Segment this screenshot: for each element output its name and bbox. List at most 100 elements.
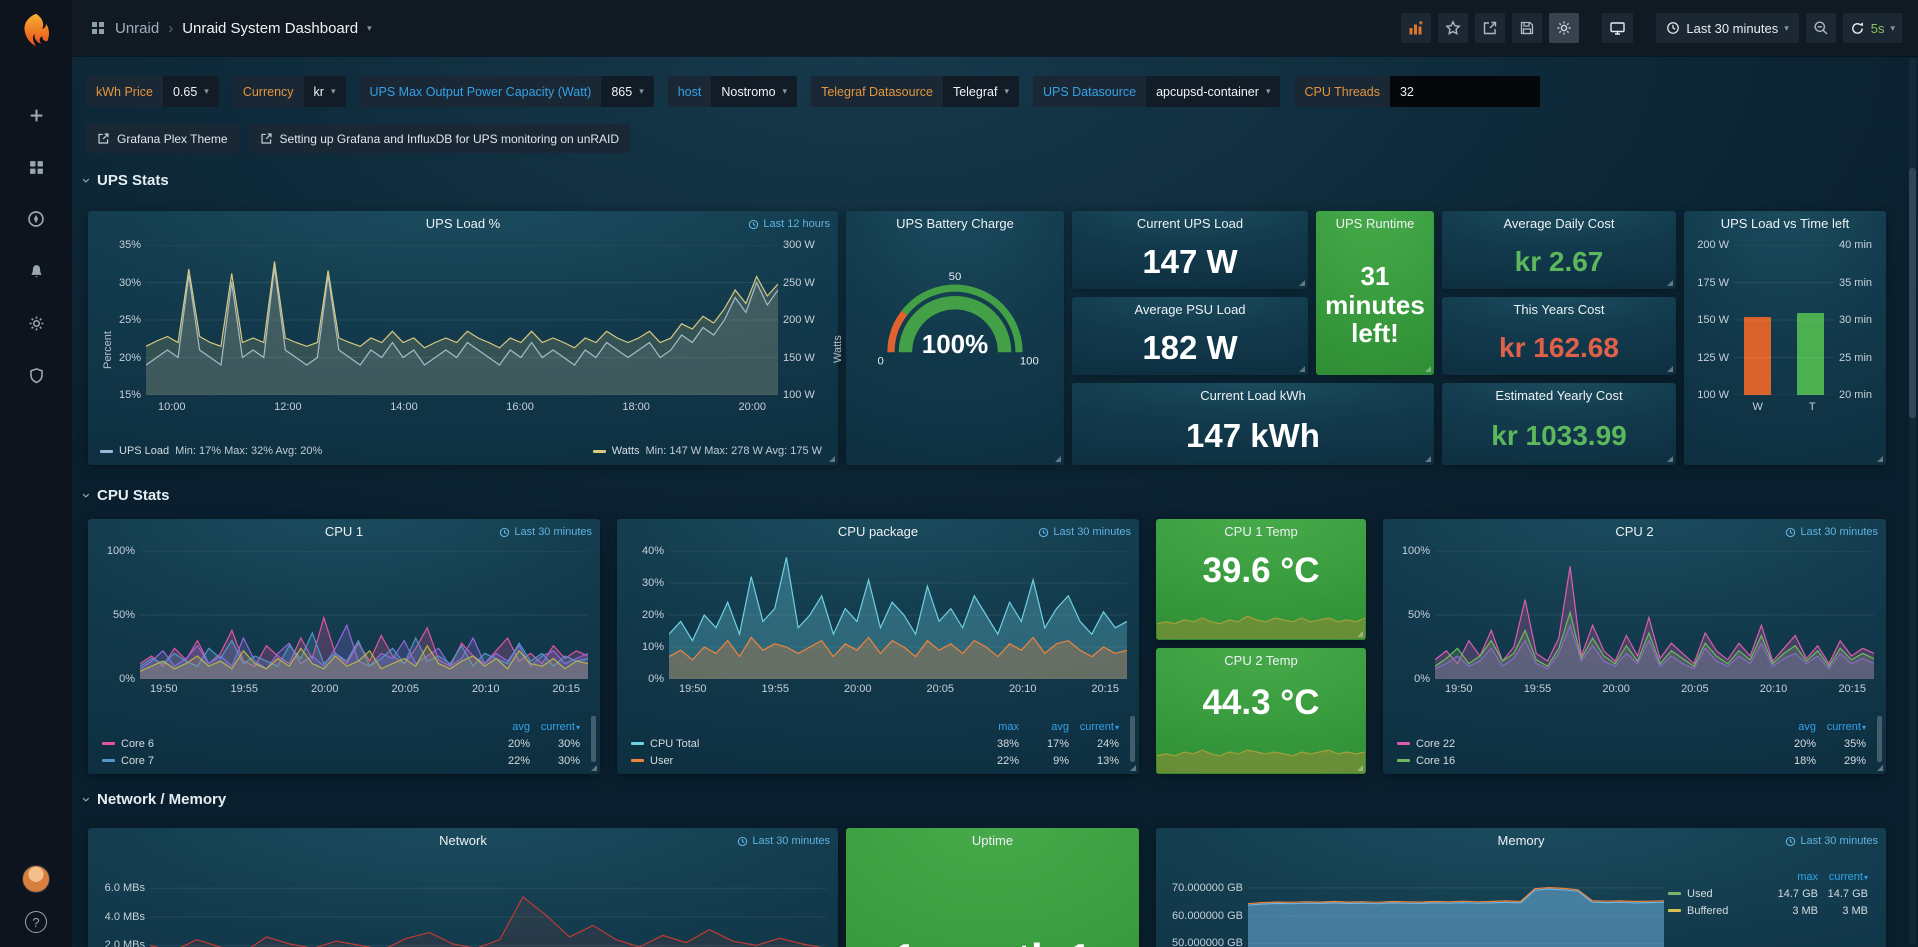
y-axis-right: 40 min35 min30 min25 min20 min [1834, 245, 1878, 395]
legend-series-toggle[interactable]: UPS LoadMin: 17% Max: 32% Avg: 20% [100, 445, 322, 457]
panel-title[interactable]: Network [88, 833, 838, 848]
axis-tick-label: 175 W [1697, 277, 1729, 289]
memory-chart[interactable] [1248, 874, 1664, 947]
dashboard-link-ups-monitoring-guide[interactable]: Setting up Grafana and InfluxDB for UPS … [249, 124, 631, 153]
help-icon[interactable]: ? [25, 911, 47, 933]
time-range-picker[interactable]: Last 30 minutes [1656, 13, 1798, 43]
ups-load-chart[interactable] [146, 245, 778, 395]
template-variable-host[interactable]: host Nostromo [668, 76, 797, 107]
template-variable-ups-datasource[interactable]: UPS Datasource apcupsd-container [1033, 76, 1281, 107]
panel-title[interactable]: Average Daily Cost [1442, 216, 1676, 231]
cycle-view-mode-button[interactable] [1602, 13, 1633, 43]
legend-column-header[interactable]: max [1768, 871, 1818, 883]
user-avatar[interactable] [22, 865, 50, 893]
legend-series-toggle[interactable]: User [631, 755, 969, 767]
row-toggle-network-memory[interactable]: ›Network / Memory [84, 791, 226, 808]
legend-column-header[interactable]: avg [480, 721, 530, 733]
dashboard-link-plex-theme[interactable]: Grafana Plex Theme [86, 124, 239, 153]
page-scrollbar[interactable] [1909, 58, 1916, 945]
legend-column-header[interactable]: current [1818, 871, 1868, 883]
save-dashboard-button[interactable] [1512, 13, 1542, 43]
template-variable-cpu-threads[interactable]: CPU Threads 32 [1294, 76, 1540, 107]
legend-column-header[interactable]: current [1069, 721, 1119, 733]
network-chart[interactable] [150, 874, 826, 947]
axis-tick-label: 50% [113, 609, 135, 621]
panel-title[interactable]: Estimated Yearly Cost [1442, 388, 1676, 403]
variable-label: kWh Price [86, 76, 163, 107]
row-toggle-ups-stats[interactable]: ›UPS Stats [84, 172, 169, 189]
grafana-logo[interactable] [16, 10, 56, 50]
sidebar-item-dashboards[interactable] [14, 154, 58, 180]
variable-value-dropdown[interactable]: Telegraf [943, 76, 1019, 107]
panel-cpu-1-temp: CPU 1 Temp 39.6 °C [1156, 519, 1366, 640]
template-variable-telegraf-datasource[interactable]: Telegraf Datasource Telegraf [811, 76, 1019, 107]
legend-series-toggle[interactable]: WattsMin: 147 W Max: 278 W Avg: 175 W [593, 445, 822, 457]
cpu-threads-input[interactable]: 32 [1390, 76, 1540, 107]
legend-scrollbar[interactable] [591, 716, 596, 762]
panel-title[interactable]: Current UPS Load [1072, 216, 1308, 231]
panel-title[interactable]: UPS Battery Charge [846, 216, 1064, 231]
template-variable-currency[interactable]: Currency kr [233, 76, 346, 107]
breadcrumb-dashboard-title[interactable]: Unraid System Dashboard [182, 20, 358, 37]
star-dashboard-button[interactable] [1438, 13, 1468, 43]
cpu2-chart[interactable] [1435, 551, 1874, 679]
sidebar-item-create[interactable] [14, 102, 58, 128]
scrollbar-thumb[interactable] [1909, 168, 1916, 418]
panel-title[interactable]: This Years Cost [1442, 302, 1676, 317]
panel-title[interactable]: Average PSU Load [1072, 302, 1308, 317]
legend-column-header[interactable]: avg [1019, 721, 1069, 733]
cpu-package-chart[interactable] [669, 551, 1127, 679]
axis-tick-label: 20:00 [844, 683, 872, 695]
variable-value-dropdown[interactable]: apcupsd-container [1146, 76, 1280, 107]
panel-title[interactable]: CPU 1 Temp [1156, 524, 1366, 539]
panel-title[interactable]: UPS Load % [88, 216, 838, 231]
panel-title[interactable]: UPS Runtime [1316, 216, 1434, 231]
legend-series-toggle[interactable]: Core 7 [102, 755, 480, 767]
axis-tick-label: 30 min [1839, 314, 1872, 326]
refresh-button[interactable]: 5s [1843, 13, 1902, 43]
legend-series-toggle[interactable]: Core 22 [1397, 738, 1766, 750]
sidebar-item-explore[interactable] [14, 206, 58, 232]
panel-title[interactable]: Uptime [846, 833, 1139, 848]
caret-down-icon[interactable] [367, 23, 372, 34]
variable-value-dropdown[interactable]: 865 [601, 76, 653, 107]
gear-icon [28, 315, 45, 332]
legend-column-header[interactable]: current [1816, 721, 1866, 733]
legend-column-header[interactable]: current [530, 721, 580, 733]
legend-scrollbar[interactable] [1130, 716, 1135, 762]
breadcrumb-folder[interactable]: Unraid [115, 20, 159, 37]
zoom-out-button[interactable] [1806, 13, 1836, 43]
ups-bar-chart[interactable] [1734, 245, 1834, 395]
dashboard-settings-button[interactable] [1549, 13, 1579, 43]
panel-title[interactable]: UPS Load vs Time left [1684, 216, 1886, 231]
row-toggle-cpu-stats[interactable]: ›CPU Stats [84, 487, 170, 504]
share-dashboard-button[interactable] [1475, 13, 1505, 43]
legend-series-toggle[interactable]: Used [1668, 888, 1768, 900]
add-panel-button[interactable] [1401, 13, 1431, 43]
variable-value-dropdown[interactable]: Nostromo [711, 76, 797, 107]
dashboards-grid-icon [90, 20, 106, 36]
cpu1-chart[interactable] [140, 551, 588, 679]
panel-title[interactable]: Memory [1156, 833, 1886, 848]
variable-value-dropdown[interactable]: kr [304, 76, 346, 107]
legend-value: 22% [480, 755, 530, 767]
axis-tick-label: 0% [119, 673, 135, 685]
legend-series-toggle[interactable]: CPU Total [631, 738, 969, 750]
template-variable-ups-max-output[interactable]: UPS Max Output Power Capacity (Watt) 865 [360, 76, 654, 107]
legend-series-toggle[interactable]: Buffered [1668, 905, 1768, 917]
variable-label: CPU Threads [1294, 76, 1390, 107]
sidebar-item-server-admin[interactable] [14, 362, 58, 388]
legend-series-toggle[interactable]: Core 6 [102, 738, 480, 750]
legend-series-toggle[interactable]: Core 16 [1397, 755, 1766, 767]
legend-column-header[interactable]: max [969, 721, 1019, 733]
panel-title[interactable]: CPU 2 Temp [1156, 653, 1366, 668]
legend-scrollbar[interactable] [1877, 716, 1882, 762]
sidebar-item-alerting[interactable] [14, 258, 58, 284]
axis-tick-label: 15% [119, 389, 141, 401]
template-variable-kwh-price[interactable]: kWh Price 0.65 [86, 76, 219, 107]
panel-title[interactable]: Current Load kWh [1072, 388, 1434, 403]
variable-value-dropdown[interactable]: 0.65 [163, 76, 219, 107]
sidebar-item-configuration[interactable] [14, 310, 58, 336]
legend-column-header[interactable]: avg [1766, 721, 1816, 733]
refresh-interval-label[interactable]: 5s [1871, 21, 1885, 36]
